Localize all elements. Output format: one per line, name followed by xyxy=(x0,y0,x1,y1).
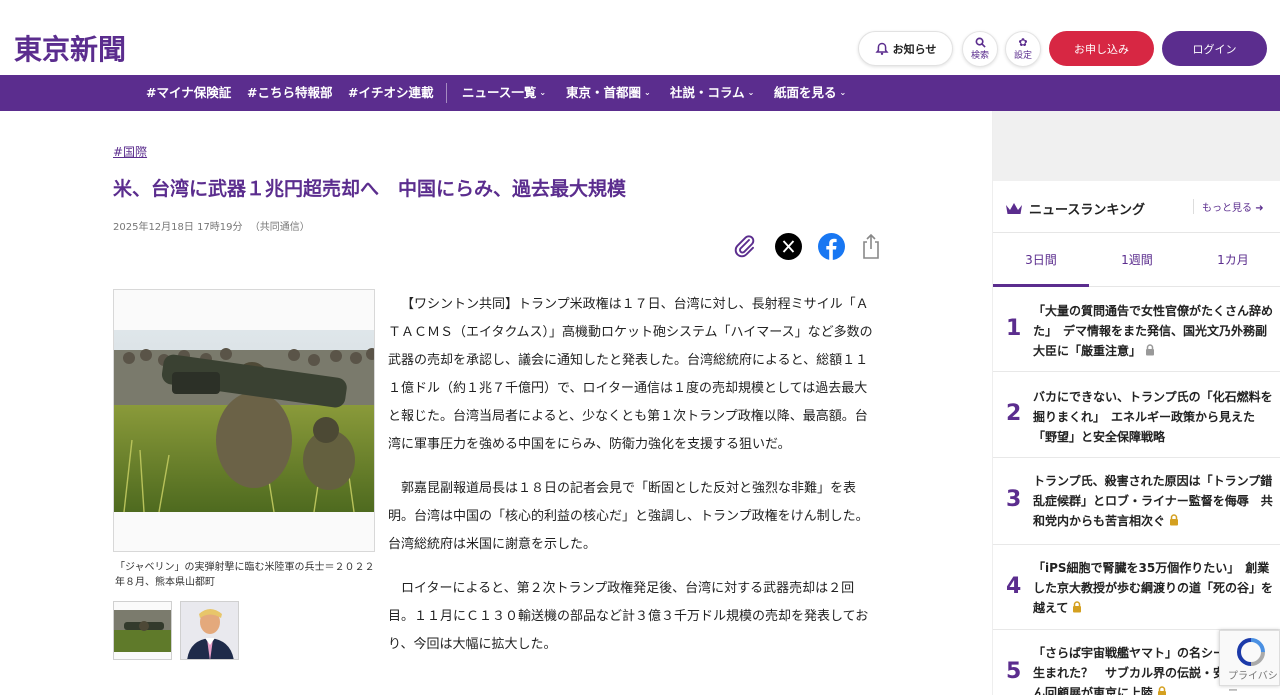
portrait-thumbnail-image xyxy=(181,602,238,659)
article-tag[interactable]: #国際 xyxy=(113,143,147,160)
sidebar-ad-area xyxy=(993,111,1280,181)
site-logo[interactable]: 東京新聞 xyxy=(14,28,126,68)
article-title: 米、台湾に武器１兆円超売却へ 中国にらみ、過去最大規模 xyxy=(113,178,627,200)
nav-label: 紙面を見る xyxy=(774,85,837,100)
soldier-photo-image xyxy=(114,290,374,551)
tab-1week[interactable]: 1週間 xyxy=(1089,233,1185,287)
notice-button[interactable]: お知らせ xyxy=(858,31,953,66)
share-facebook-button[interactable] xyxy=(817,232,845,260)
rank-title-text: 「iPS細胞で腎臓を35万個作りたい」 創業した京大教授が歩む綱渡りの道「死の谷… xyxy=(1033,561,1274,615)
ranking-heading-label: ニュースランキング xyxy=(1029,203,1145,218)
article-paragraph: 【ワシントン共同】トランプ米政権は１７日、台湾に対し、長射程ミサイル「ＡＴＡＣＭ… xyxy=(388,297,873,452)
share-button[interactable] xyxy=(857,232,885,260)
share-icon xyxy=(863,233,879,259)
tab-1month[interactable]: 1カ月 xyxy=(1185,233,1280,287)
x-logo-icon xyxy=(774,232,802,260)
nav-item-tokuhou[interactable]: #こちら特報部 xyxy=(247,75,332,111)
ranking-item-2[interactable]: 2 バカにできない、トランプ氏の「化石燃料を掘りまくれ」 エネルギー政策から見え… xyxy=(993,373,1280,458)
nav-label: #こちら特報部 xyxy=(247,85,333,100)
ranking-item-1[interactable]: 1 「大量の質問通告で女性官僚がたくさん辞めた」 デマ情報をまた発信、国光文乃外… xyxy=(993,288,1280,372)
chevron-down-icon: ⌄ xyxy=(839,88,847,97)
main-nav: #マイナ保険証 #こちら特報部 #イチオシ連載 ニュース一覧 ⌄ 東京・首都圏 ⌄ … xyxy=(0,75,1280,111)
crown-icon xyxy=(1006,202,1022,214)
article-paragraph: 郭嘉昆副報道局長は１８日の記者会見で「断固とした反対と強烈な非難」を表明。台湾は… xyxy=(388,481,869,552)
recaptcha-icon xyxy=(1236,638,1265,666)
nav-item-editorial[interactable]: 社説・コラム ⌄ xyxy=(670,75,754,111)
nav-label: #マイナ保険証 xyxy=(146,85,232,100)
rank-title: バカにできない、トランプ氏の「化石燃料を掘りまくれ」 エネルギー政策から見えた「… xyxy=(1033,390,1273,444)
ranking-tabs: 3日間 1週間 1カ月 xyxy=(993,232,1280,287)
arrow-right-icon: ➜ xyxy=(1255,203,1264,214)
recaptcha-label: プライバシー xyxy=(1228,671,1278,695)
nav-label: ニュース一覧 xyxy=(462,85,537,100)
facebook-icon xyxy=(817,232,845,260)
settings-button[interactable]: ✿ 設定 xyxy=(1005,31,1041,67)
rank-title: 「大量の質問通告で女性官僚がたくさん辞めた」 デマ情報をまた発信、国光文乃外務副… xyxy=(1033,301,1273,361)
chevron-down-icon: ⌄ xyxy=(747,88,755,97)
search-button[interactable]: 検索 xyxy=(962,31,998,67)
ranking-sidebar: ニュースランキング もっと見る ➜ 3日間 1週間 1カ月 1 「大量の質問通告… xyxy=(992,111,1280,695)
article-source: （共同通信） xyxy=(249,222,310,233)
more-link[interactable]: もっと見る ➜ xyxy=(1193,199,1264,214)
settings-label: 設定 xyxy=(1013,51,1032,61)
chevron-down-icon: ⌄ xyxy=(644,88,651,97)
more-link-label: もっと見る xyxy=(1202,203,1252,214)
recaptcha-badge[interactable]: プライバシー xyxy=(1219,630,1280,695)
chevron-down-icon: ⌄ xyxy=(539,88,547,97)
nav-item-tokyo[interactable]: 東京・首都圏 ⌄ xyxy=(566,75,651,111)
article-photo[interactable] xyxy=(113,289,375,552)
nav-label: 東京・首都圏 xyxy=(566,85,642,100)
nav-item-paper[interactable]: 紙面を見る ⌄ xyxy=(774,75,846,111)
site-header: 東京新聞 お知らせ 検索 ✿ 設定 お申し込み ログイン xyxy=(0,0,1280,75)
thumbnail-1[interactable] xyxy=(113,601,172,660)
nav-label: #イチオシ連載 xyxy=(348,85,434,100)
login-button[interactable]: ログイン xyxy=(1162,31,1267,66)
copy-link-button[interactable] xyxy=(731,232,759,260)
rank-number: 1 xyxy=(1006,316,1022,341)
rank-number: 3 xyxy=(1006,487,1022,512)
ranking-item-4[interactable]: 4 「iPS細胞で腎臓を35万個作りたい」 創業した京大教授が歩む綱渡りの道「死… xyxy=(993,546,1280,630)
photo-caption: 「ジャベリン」の実弾射撃に臨む米陸軍の兵士＝２０２２年８月、熊本県山都町 xyxy=(115,562,375,588)
rank-number: 2 xyxy=(1006,401,1022,426)
notice-label: お知らせ xyxy=(892,42,937,56)
nav-item-ichioshi[interactable]: #イチオシ連載 xyxy=(348,75,433,111)
article-date: 2025年12月18日 17時19分 xyxy=(113,222,243,233)
nav-item-mynumber[interactable]: #マイナ保険証 xyxy=(146,75,231,111)
rank-title-text: トランプ氏、殺害された原因は「トランプ錯乱症候群」とロブ・ライナー監督を侮辱 共… xyxy=(1033,474,1273,528)
nav-label: 社説・コラム xyxy=(670,85,745,100)
gear-icon: ✿ xyxy=(1018,36,1028,49)
article-paragraph: ロイターによると、第２次トランプ政権発足後、台湾に対する武器売却は２回目。１１月… xyxy=(388,581,869,652)
article-dateline: 2025年12月18日 17時19分 （共同通信） xyxy=(113,218,310,233)
rank-number: 5 xyxy=(1006,659,1022,684)
nav-item-news-list[interactable]: ニュース一覧 ⌄ xyxy=(462,75,546,111)
rank-title: トランプ氏、殺害された原因は「トランプ錯乱症候群」とロブ・ライナー監督を侮辱 共… xyxy=(1033,471,1273,531)
bell-icon xyxy=(875,42,889,55)
lock-icon xyxy=(1146,344,1155,356)
soldier-thumbnail-image xyxy=(114,602,171,659)
rank-title: 「iPS細胞で腎臓を35万個作りたい」 創業した京大教授が歩む綱渡りの道「死の谷… xyxy=(1033,558,1273,618)
nav-divider xyxy=(446,83,447,103)
ranking-item-3[interactable]: 3 トランプ氏、殺害された原因は「トランプ錯乱症候群」とロブ・ライナー監督を侮辱… xyxy=(993,459,1280,545)
article-body: 【ワシントン共同】トランプ米政権は１７日、台湾に対し、長射程ミサイル「ＡＴＡＣＭ… xyxy=(388,291,878,675)
search-icon xyxy=(975,37,986,48)
share-x-button[interactable] xyxy=(774,232,802,260)
tab-3days[interactable]: 3日間 xyxy=(993,233,1089,287)
lock-icon xyxy=(1158,686,1167,695)
apply-button[interactable]: お申し込み xyxy=(1049,31,1154,66)
search-label: 検索 xyxy=(970,51,989,61)
paperclip-icon xyxy=(734,235,755,258)
lock-icon xyxy=(1170,514,1179,526)
lock-icon xyxy=(1073,601,1082,613)
thumbnail-2[interactable] xyxy=(180,601,239,660)
rank-number: 4 xyxy=(1006,574,1022,599)
ranking-heading: ニュースランキング xyxy=(1005,199,1145,218)
